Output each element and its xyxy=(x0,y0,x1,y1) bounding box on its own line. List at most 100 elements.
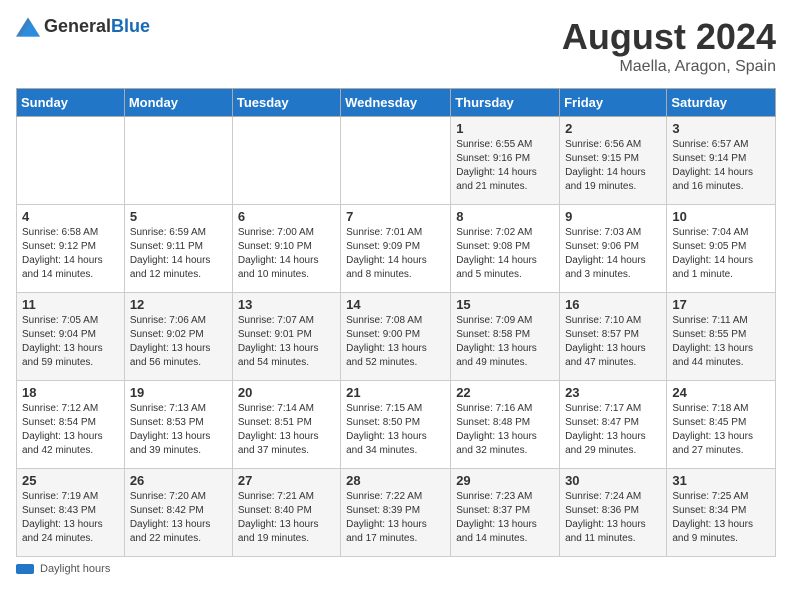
day-cell: 2 Sunrise: 6:56 AM Sunset: 9:15 PM Daylig… xyxy=(560,117,667,205)
title-block: August 2024 Maella, Aragon, Spain xyxy=(562,16,776,76)
day-cell: 5 Sunrise: 6:59 AM Sunset: 9:11 PM Daylig… xyxy=(124,205,232,293)
day-cell: 10 Sunrise: 7:04 AM Sunset: 9:05 PM Dayli… xyxy=(667,205,776,293)
day-cell: 11Sunrise: 7:05 AM Sunset: 9:04 PM Dayli… xyxy=(17,293,125,381)
day-cell: 12Sunrise: 7:06 AM Sunset: 9:02 PM Dayli… xyxy=(124,293,232,381)
day-number: 31 xyxy=(672,473,770,488)
day-info: Sunrise: 7:19 AM Sunset: 8:43 PM Dayligh… xyxy=(22,490,119,546)
day-number: 18 xyxy=(22,385,119,400)
day-number: 25 xyxy=(22,473,119,488)
day-number: 9 xyxy=(565,209,661,224)
day-number: 20 xyxy=(238,385,335,400)
day-info: Sunrise: 7:18 AM Sunset: 8:45 PM Dayligh… xyxy=(672,402,770,458)
day-number: 2 xyxy=(565,121,661,136)
day-number: 13 xyxy=(238,297,335,312)
day-cell: 13 Sunrise: 7:07 AM Sunset: 9:01 PM Dayli… xyxy=(232,293,340,381)
logo-text: GeneralBlue xyxy=(44,16,150,37)
day-cell: 27 Sunrise: 7:21 AM Sunset: 8:40 PM Dayli… xyxy=(232,469,340,557)
daylight-label: Daylight hours xyxy=(40,563,110,575)
day-number: 6 xyxy=(238,209,335,224)
day-info: Sunrise: 7:06 AM Sunset: 9:02 PM Dayligh… xyxy=(130,314,227,370)
day-number: 24 xyxy=(672,385,770,400)
day-cell: 1Sunrise: 6:55 AM Sunset: 9:16 PM Daylig… xyxy=(451,117,560,205)
day-info: Sunrise: 7:22 AM Sunset: 8:39 PM Dayligh… xyxy=(346,490,445,546)
day-number: 4 xyxy=(22,209,119,224)
day-number: 30 xyxy=(565,473,661,488)
day-cell: 31 Sunrise: 7:25 AM Sunset: 8:34 PM Dayli… xyxy=(667,469,776,557)
day-info: Sunrise: 6:59 AM Sunset: 9:11 PM Dayligh… xyxy=(130,226,227,282)
day-cell xyxy=(232,117,340,205)
logo-blue: Blue xyxy=(111,16,150,36)
day-cell: 4 Sunrise: 6:58 AM Sunset: 9:12 PM Daylig… xyxy=(17,205,125,293)
weekday-header-tuesday: Tuesday xyxy=(232,89,340,117)
month-year: August 2024 xyxy=(562,16,776,58)
day-cell: 3 Sunrise: 6:57 AM Sunset: 9:14 PM Daylig… xyxy=(667,117,776,205)
day-cell: 8Sunrise: 7:02 AM Sunset: 9:08 PM Daylig… xyxy=(451,205,560,293)
day-info: Sunrise: 7:09 AM Sunset: 8:58 PM Dayligh… xyxy=(456,314,554,370)
day-info: Sunrise: 7:16 AM Sunset: 8:48 PM Dayligh… xyxy=(456,402,554,458)
day-info: Sunrise: 7:17 AM Sunset: 8:47 PM Dayligh… xyxy=(565,402,661,458)
location: Maella, Aragon, Spain xyxy=(562,58,776,76)
weekday-header-saturday: Saturday xyxy=(667,89,776,117)
week-row-2: 4 Sunrise: 6:58 AM Sunset: 9:12 PM Daylig… xyxy=(17,205,776,293)
day-number: 19 xyxy=(130,385,227,400)
day-info: Sunrise: 7:00 AM Sunset: 9:10 PM Dayligh… xyxy=(238,226,335,282)
day-info: Sunrise: 6:58 AM Sunset: 9:12 PM Dayligh… xyxy=(22,226,119,282)
day-number: 17 xyxy=(672,297,770,312)
page-header: GeneralBlue August 2024 Maella, Aragon, … xyxy=(16,16,776,76)
day-cell: 21Sunrise: 7:15 AM Sunset: 8:50 PM Dayli… xyxy=(341,381,451,469)
day-cell: 9Sunrise: 7:03 AM Sunset: 9:06 PM Daylig… xyxy=(560,205,667,293)
day-cell: 15Sunrise: 7:09 AM Sunset: 8:58 PM Dayli… xyxy=(451,293,560,381)
day-number: 16 xyxy=(565,297,661,312)
day-info: Sunrise: 7:01 AM Sunset: 9:09 PM Dayligh… xyxy=(346,226,445,282)
calendar-table: SundayMondayTuesdayWednesdayThursdayFrid… xyxy=(16,88,776,557)
day-info: Sunrise: 7:14 AM Sunset: 8:51 PM Dayligh… xyxy=(238,402,335,458)
calendar-body: 1Sunrise: 6:55 AM Sunset: 9:16 PM Daylig… xyxy=(17,117,776,557)
day-number: 14 xyxy=(346,297,445,312)
day-number: 1 xyxy=(456,121,554,136)
weekday-header-friday: Friday xyxy=(560,89,667,117)
day-info: Sunrise: 7:23 AM Sunset: 8:37 PM Dayligh… xyxy=(456,490,554,546)
day-info: Sunrise: 6:57 AM Sunset: 9:14 PM Dayligh… xyxy=(672,138,770,194)
day-cell: 25 Sunrise: 7:19 AM Sunset: 8:43 PM Dayli… xyxy=(17,469,125,557)
day-info: Sunrise: 7:25 AM Sunset: 8:34 PM Dayligh… xyxy=(672,490,770,546)
day-info: Sunrise: 7:11 AM Sunset: 8:55 PM Dayligh… xyxy=(672,314,770,370)
day-cell xyxy=(124,117,232,205)
day-number: 5 xyxy=(130,209,227,224)
logo-general: General xyxy=(44,16,111,36)
logo-icon xyxy=(16,17,40,37)
day-info: Sunrise: 6:56 AM Sunset: 9:15 PM Dayligh… xyxy=(565,138,661,194)
day-number: 27 xyxy=(238,473,335,488)
week-row-1: 1Sunrise: 6:55 AM Sunset: 9:16 PM Daylig… xyxy=(17,117,776,205)
day-number: 22 xyxy=(456,385,554,400)
day-cell: 20 Sunrise: 7:14 AM Sunset: 8:51 PM Dayli… xyxy=(232,381,340,469)
week-row-3: 11Sunrise: 7:05 AM Sunset: 9:04 PM Dayli… xyxy=(17,293,776,381)
day-cell: 30Sunrise: 7:24 AM Sunset: 8:36 PM Dayli… xyxy=(560,469,667,557)
day-cell xyxy=(341,117,451,205)
day-cell: 18 Sunrise: 7:12 AM Sunset: 8:54 PM Dayli… xyxy=(17,381,125,469)
calendar-header: SundayMondayTuesdayWednesdayThursdayFrid… xyxy=(17,89,776,117)
day-cell: 26 Sunrise: 7:20 AM Sunset: 8:42 PM Dayli… xyxy=(124,469,232,557)
day-cell: 7Sunrise: 7:01 AM Sunset: 9:09 PM Daylig… xyxy=(341,205,451,293)
weekday-header-wednesday: Wednesday xyxy=(341,89,451,117)
day-cell: 6 Sunrise: 7:00 AM Sunset: 9:10 PM Daylig… xyxy=(232,205,340,293)
weekday-row: SundayMondayTuesdayWednesdayThursdayFrid… xyxy=(17,89,776,117)
day-info: Sunrise: 7:10 AM Sunset: 8:57 PM Dayligh… xyxy=(565,314,661,370)
day-number: 3 xyxy=(672,121,770,136)
week-row-4: 18 Sunrise: 7:12 AM Sunset: 8:54 PM Dayli… xyxy=(17,381,776,469)
day-info: Sunrise: 7:20 AM Sunset: 8:42 PM Dayligh… xyxy=(130,490,227,546)
day-info: Sunrise: 7:21 AM Sunset: 8:40 PM Dayligh… xyxy=(238,490,335,546)
day-cell: 17 Sunrise: 7:11 AM Sunset: 8:55 PM Dayli… xyxy=(667,293,776,381)
day-info: Sunrise: 7:05 AM Sunset: 9:04 PM Dayligh… xyxy=(22,314,119,370)
day-info: Sunrise: 7:04 AM Sunset: 9:05 PM Dayligh… xyxy=(672,226,770,282)
day-number: 10 xyxy=(672,209,770,224)
day-info: Sunrise: 7:07 AM Sunset: 9:01 PM Dayligh… xyxy=(238,314,335,370)
day-cell: 23 Sunrise: 7:17 AM Sunset: 8:47 PM Dayli… xyxy=(560,381,667,469)
day-number: 26 xyxy=(130,473,227,488)
day-cell: 19Sunrise: 7:13 AM Sunset: 8:53 PM Dayli… xyxy=(124,381,232,469)
day-cell: 22 Sunrise: 7:16 AM Sunset: 8:48 PM Dayli… xyxy=(451,381,560,469)
day-cell: 16 Sunrise: 7:10 AM Sunset: 8:57 PM Dayli… xyxy=(560,293,667,381)
day-number: 23 xyxy=(565,385,661,400)
day-info: Sunrise: 7:12 AM Sunset: 8:54 PM Dayligh… xyxy=(22,402,119,458)
week-row-5: 25 Sunrise: 7:19 AM Sunset: 8:43 PM Dayli… xyxy=(17,469,776,557)
weekday-header-thursday: Thursday xyxy=(451,89,560,117)
